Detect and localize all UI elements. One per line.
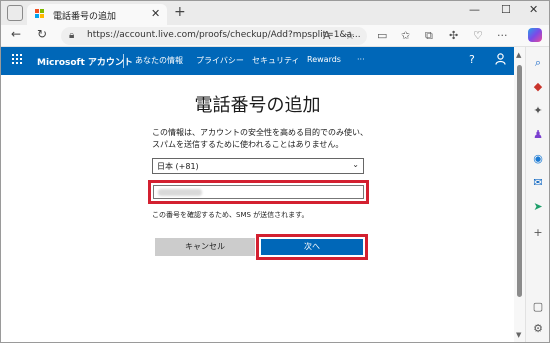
microsoft-logo-icon bbox=[35, 9, 45, 19]
read-aloud-icon[interactable]: A bbox=[323, 29, 331, 42]
workspaces-icon[interactable] bbox=[7, 5, 23, 21]
sidebar-settings-icon[interactable]: ⚙ bbox=[532, 323, 544, 335]
tab-close-icon[interactable]: ✕ bbox=[151, 7, 160, 20]
collections-icon[interactable]: ⧉ bbox=[425, 29, 433, 43]
scroll-up-icon[interactable]: ▲ bbox=[516, 51, 521, 59]
account-header: Microsoft アカウント あなたの情報 プライバシー セキュリティ Rew… bbox=[1, 47, 514, 75]
copilot-icon[interactable] bbox=[528, 28, 542, 42]
back-icon[interactable]: ← bbox=[11, 27, 21, 41]
chevron-down-icon: ⌄ bbox=[352, 160, 359, 169]
more-options-icon[interactable]: ··· bbox=[497, 29, 508, 42]
nav-privacy[interactable]: プライバシー bbox=[196, 55, 244, 66]
help-icon[interactable]: ? bbox=[469, 53, 475, 66]
description-text: この情報は、アカウントの安全性を高める目的でのみ使い、スパムを送信するために使わ… bbox=[152, 128, 368, 149]
next-button[interactable]: 次へ bbox=[261, 239, 363, 255]
title-bar: 電話番号の追加 ✕ + — ☐ ✕ bbox=[1, 1, 549, 25]
url-text: https://account.live.com/proofs/checkup/… bbox=[87, 30, 361, 40]
tab-title: 電話番号の追加 bbox=[53, 12, 117, 22]
split-screen-icon[interactable]: ▭ bbox=[377, 29, 387, 42]
country-code-value: 日本 (+81) bbox=[157, 162, 199, 171]
person-icon[interactable] bbox=[495, 53, 506, 68]
extensions-icon[interactable]: ✣ bbox=[449, 29, 458, 42]
sms-note: この番号を確認するため、SMS が送信されます。 bbox=[152, 211, 309, 219]
close-window-button[interactable]: ✕ bbox=[529, 3, 538, 16]
favorite-star-icon[interactable]: ☆ bbox=[345, 29, 355, 42]
obscured-phone-value bbox=[158, 189, 202, 196]
next-button-highlight: 次へ bbox=[256, 234, 368, 260]
hide-sidebar-icon[interactable]: ▢ bbox=[532, 301, 544, 313]
add-sidebar-app-icon[interactable]: + bbox=[532, 227, 544, 239]
scroll-thumb[interactable] bbox=[517, 65, 522, 297]
search-icon[interactable]: ⌕ bbox=[532, 57, 544, 69]
maximize-button[interactable]: ☐ bbox=[501, 3, 511, 16]
brand-title[interactable]: Microsoft アカウント bbox=[37, 55, 133, 68]
scroll-down-icon[interactable]: ▼ bbox=[516, 331, 521, 339]
header-divider bbox=[123, 54, 124, 68]
nav-more[interactable]: ··· bbox=[357, 55, 365, 64]
tools-icon[interactable]: ✦ bbox=[532, 105, 544, 117]
nav-security[interactable]: セキュリティ bbox=[252, 55, 300, 66]
page-title: 電話番号の追加 bbox=[194, 95, 321, 116]
browser-window: 電話番号の追加 ✕ + — ☐ ✕ ← ↻ 🔒︎ https://account… bbox=[0, 0, 550, 343]
page-scrollbar[interactable]: ▲ ▼ bbox=[514, 47, 525, 342]
app-launcher-icon[interactable] bbox=[12, 54, 24, 66]
phone-number-input[interactable] bbox=[153, 185, 364, 199]
refresh-icon[interactable]: ↻ bbox=[37, 27, 47, 41]
browser-essentials-icon[interactable]: ♡ bbox=[473, 29, 483, 42]
nav-rewards[interactable]: Rewards bbox=[307, 55, 341, 64]
games-icon[interactable]: ♟ bbox=[532, 129, 544, 141]
browser-toolbar: ← ↻ 🔒︎ https://account.live.com/proofs/c… bbox=[1, 25, 549, 47]
cancel-button[interactable]: キャンセル bbox=[155, 238, 255, 256]
nav-your-info[interactable]: あなたの情報 bbox=[135, 55, 183, 66]
microsoft365-icon[interactable]: ◉ bbox=[532, 153, 544, 165]
lock-icon[interactable]: 🔒︎ bbox=[69, 30, 74, 41]
phone-field-highlight bbox=[148, 180, 369, 204]
active-tab[interactable]: 電話番号の追加 ✕ bbox=[27, 4, 167, 25]
shopping-icon[interactable]: ◆ bbox=[532, 81, 544, 93]
address-bar[interactable]: 🔒︎ https://account.live.com/proofs/check… bbox=[61, 27, 367, 45]
country-code-select[interactable]: 日本 (+81) ⌄ bbox=[152, 158, 364, 174]
new-tab-button[interactable]: + bbox=[174, 4, 186, 20]
drop-icon[interactable]: ➤ bbox=[532, 201, 544, 213]
minimize-button[interactable]: — bbox=[469, 3, 480, 16]
outlook-icon[interactable]: ✉ bbox=[532, 177, 544, 189]
edge-sidebar: ⌕ ◆ ✦ ♟ ◉ ✉ ➤ + ▢ ⚙ bbox=[525, 47, 549, 342]
page-viewport: Microsoft アカウント あなたの情報 プライバシー セキュリティ Rew… bbox=[1, 47, 525, 342]
favorites-icon[interactable]: ✩ bbox=[401, 29, 410, 42]
